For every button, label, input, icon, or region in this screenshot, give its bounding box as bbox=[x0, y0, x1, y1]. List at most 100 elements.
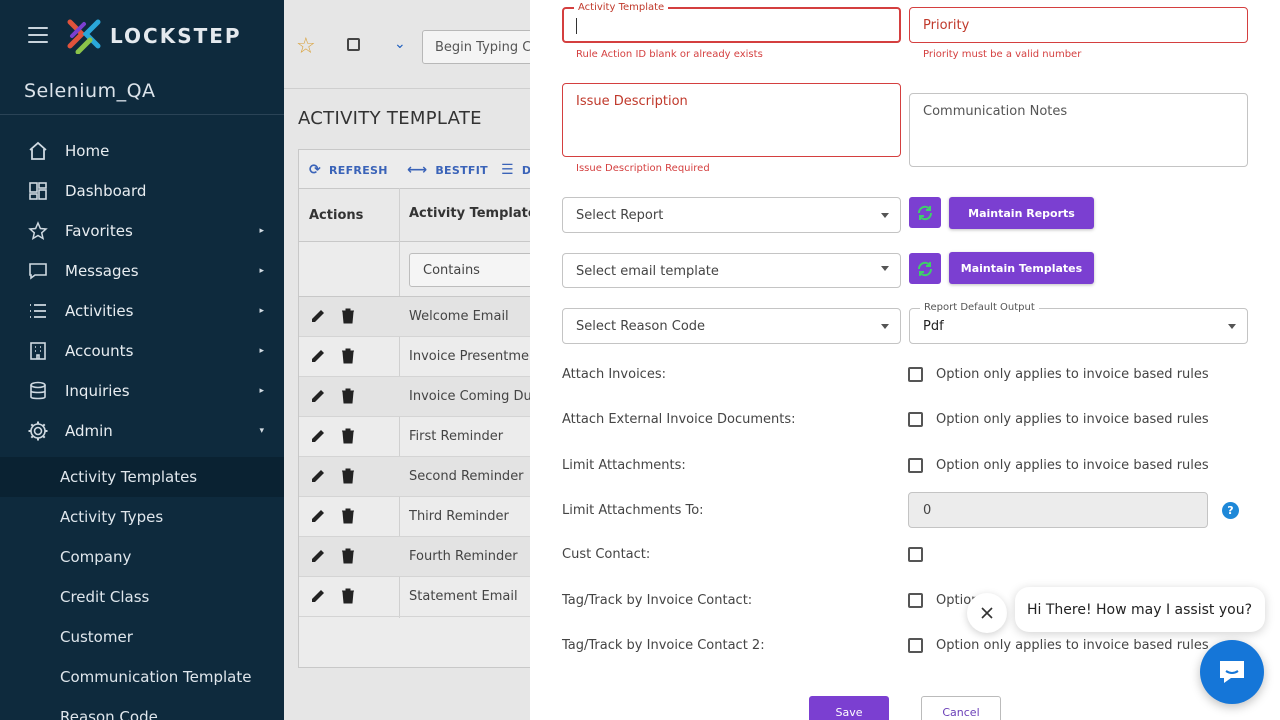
table-row[interactable]: Fourth Reminder bbox=[299, 537, 539, 577]
divider bbox=[0, 114, 284, 115]
edit-icon[interactable] bbox=[310, 348, 326, 364]
nav-item-activities[interactable]: Activities ▸ bbox=[0, 291, 284, 331]
chat-greeting-bubble[interactable]: Hi There! How may I assist you? bbox=[1015, 587, 1265, 632]
chevron-right-icon: ▸ bbox=[259, 266, 264, 276]
edit-icon[interactable] bbox=[310, 308, 326, 324]
table-row[interactable]: Second Reminder bbox=[299, 457, 539, 497]
delete-icon[interactable] bbox=[341, 548, 355, 564]
refresh-reports-button[interactable] bbox=[909, 197, 941, 228]
delete-icon[interactable] bbox=[341, 348, 355, 364]
cancel-button[interactable]: Cancel bbox=[921, 696, 1001, 720]
edit-icon[interactable] bbox=[310, 468, 326, 484]
delete-icon[interactable] bbox=[341, 508, 355, 524]
sidebar-item-credit-class[interactable]: Credit Class bbox=[0, 577, 284, 617]
delete-icon[interactable] bbox=[341, 588, 355, 604]
sidebar-item-reason-code[interactable]: Reason Code bbox=[0, 697, 284, 720]
edit-icon[interactable] bbox=[310, 388, 326, 404]
help-icon[interactable]: ? bbox=[1222, 502, 1239, 519]
delete-icon[interactable] bbox=[341, 468, 355, 484]
limit-attachments-to-input[interactable]: 0 bbox=[908, 492, 1208, 528]
option-note: Option only applies to invoice based rul… bbox=[936, 412, 1209, 427]
nav-item-accounts[interactable]: Accounts ▸ bbox=[0, 331, 284, 371]
edit-icon[interactable] bbox=[310, 588, 326, 604]
table-row[interactable]: First Reminder bbox=[299, 417, 539, 457]
chevron-down-icon[interactable]: ⌄ bbox=[394, 36, 406, 52]
building-icon bbox=[27, 340, 49, 362]
table-row[interactable]: Welcome Email bbox=[299, 297, 539, 337]
filter-row: Contains bbox=[299, 242, 539, 297]
column-header-activity-template[interactable]: Activity Template bbox=[409, 206, 537, 221]
select-email-template-dropdown[interactable]: Select email template bbox=[562, 253, 901, 288]
select-reason-code-dropdown[interactable]: Select Reason Code bbox=[562, 308, 901, 344]
priority-error: Priority must be a valid number bbox=[923, 49, 1082, 60]
chevron-right-icon: ▸ bbox=[259, 226, 264, 236]
table-row[interactable]: Invoice Coming Due bbox=[299, 377, 540, 417]
dropdown-arrow-icon bbox=[881, 265, 889, 271]
dropdown-arrow-icon bbox=[881, 324, 889, 329]
maintain-reports-button[interactable]: Maintain Reports bbox=[949, 197, 1094, 229]
edit-icon[interactable] bbox=[310, 428, 326, 444]
sidebar-item-company[interactable]: Company bbox=[0, 537, 284, 577]
tag-track-2-label: Tag/Track by Invoice Contact 2: bbox=[562, 638, 765, 653]
attach-invoices-checkbox[interactable] bbox=[908, 367, 923, 382]
attach-external-checkbox[interactable] bbox=[908, 412, 923, 427]
select-checkbox[interactable] bbox=[347, 38, 360, 51]
sub-item-label: Customer bbox=[60, 628, 133, 646]
sidebar: LOCKSTEP Selenium_QA Home Dashboard Favo… bbox=[0, 0, 284, 720]
tag-track-checkbox[interactable] bbox=[908, 593, 923, 608]
nav-item-dashboard[interactable]: Dashboard bbox=[0, 171, 284, 211]
nav-item-inquiries[interactable]: Inquiries ▸ bbox=[0, 371, 284, 411]
organization-name: Selenium_QA bbox=[24, 80, 156, 102]
edit-icon[interactable] bbox=[310, 508, 326, 524]
sidebar-item-customer[interactable]: Customer bbox=[0, 617, 284, 657]
nav-item-favorites[interactable]: Favorites ▸ bbox=[0, 211, 284, 251]
table-row[interactable]: Third Reminder bbox=[299, 497, 539, 537]
favorite-star-icon[interactable]: ☆ bbox=[296, 34, 316, 59]
hamburger-menu-icon[interactable] bbox=[28, 27, 48, 43]
maintain-templates-button[interactable]: Maintain Templates bbox=[949, 252, 1094, 284]
delete-icon[interactable] bbox=[341, 388, 355, 404]
sidebar-item-activity-templates[interactable]: Activity Templates bbox=[0, 457, 284, 497]
refresh-templates-button[interactable] bbox=[909, 253, 941, 284]
report-default-output-value: Pdf bbox=[923, 319, 944, 334]
bestfit-button[interactable]: ⟷ BESTFIT bbox=[407, 162, 488, 178]
delete-icon[interactable] bbox=[341, 308, 355, 324]
chat-close-button[interactable] bbox=[967, 593, 1007, 633]
limit-attachments-checkbox[interactable] bbox=[908, 458, 923, 473]
table-row[interactable]: Statement Email bbox=[299, 577, 539, 617]
report-default-output-select[interactable]: Report Default Output Pdf bbox=[909, 302, 1248, 344]
attach-external-label: Attach External Invoice Documents: bbox=[562, 412, 796, 427]
column-header-actions[interactable]: Actions bbox=[309, 208, 363, 223]
filter-operator-select[interactable]: Contains bbox=[409, 253, 539, 287]
row-template-name: Statement Email bbox=[409, 589, 518, 604]
issue-description-error: Issue Description Required bbox=[576, 163, 710, 174]
communication-notes-textarea[interactable]: Communication Notes bbox=[909, 93, 1248, 167]
nav-label: Accounts bbox=[65, 342, 134, 360]
priority-placeholder: Priority bbox=[923, 18, 970, 33]
delete-icon[interactable] bbox=[341, 428, 355, 444]
edit-icon[interactable] bbox=[310, 548, 326, 564]
nav-item-messages[interactable]: Messages ▸ bbox=[0, 251, 284, 291]
refresh-button[interactable]: ⟳ REFRESH bbox=[309, 162, 388, 178]
priority-input[interactable]: Priority bbox=[909, 7, 1248, 43]
sidebar-item-activity-types[interactable]: Activity Types bbox=[0, 497, 284, 537]
activity-template-input[interactable]: Activity Template bbox=[562, 2, 901, 43]
columns-button[interactable]: ☰ D bbox=[501, 162, 531, 178]
cust-contact-checkbox[interactable] bbox=[908, 547, 923, 562]
nav-label: Inquiries bbox=[65, 382, 130, 400]
table-row[interactable]: Invoice Presentme... bbox=[299, 337, 541, 377]
sub-item-label: Activity Types bbox=[60, 508, 164, 526]
dropdown-arrow-icon bbox=[881, 213, 889, 218]
nav-item-admin[interactable]: Admin ▾ bbox=[0, 411, 284, 451]
nav-label: Home bbox=[65, 142, 110, 160]
issue-description-textarea[interactable]: Issue Description bbox=[562, 83, 901, 157]
chevron-right-icon: ▸ bbox=[259, 346, 264, 356]
option-note: Option only applies to invoice based rul… bbox=[936, 458, 1209, 473]
chat-launcher-button[interactable] bbox=[1200, 640, 1264, 704]
save-button[interactable]: Save bbox=[809, 696, 889, 720]
select-report-dropdown[interactable]: Select Report bbox=[562, 197, 901, 233]
logo: LOCKSTEP bbox=[66, 18, 242, 54]
sidebar-item-communication-template[interactable]: Communication Template bbox=[0, 657, 284, 697]
tag-track-2-checkbox[interactable] bbox=[908, 638, 923, 653]
nav-item-home[interactable]: Home bbox=[0, 131, 284, 171]
